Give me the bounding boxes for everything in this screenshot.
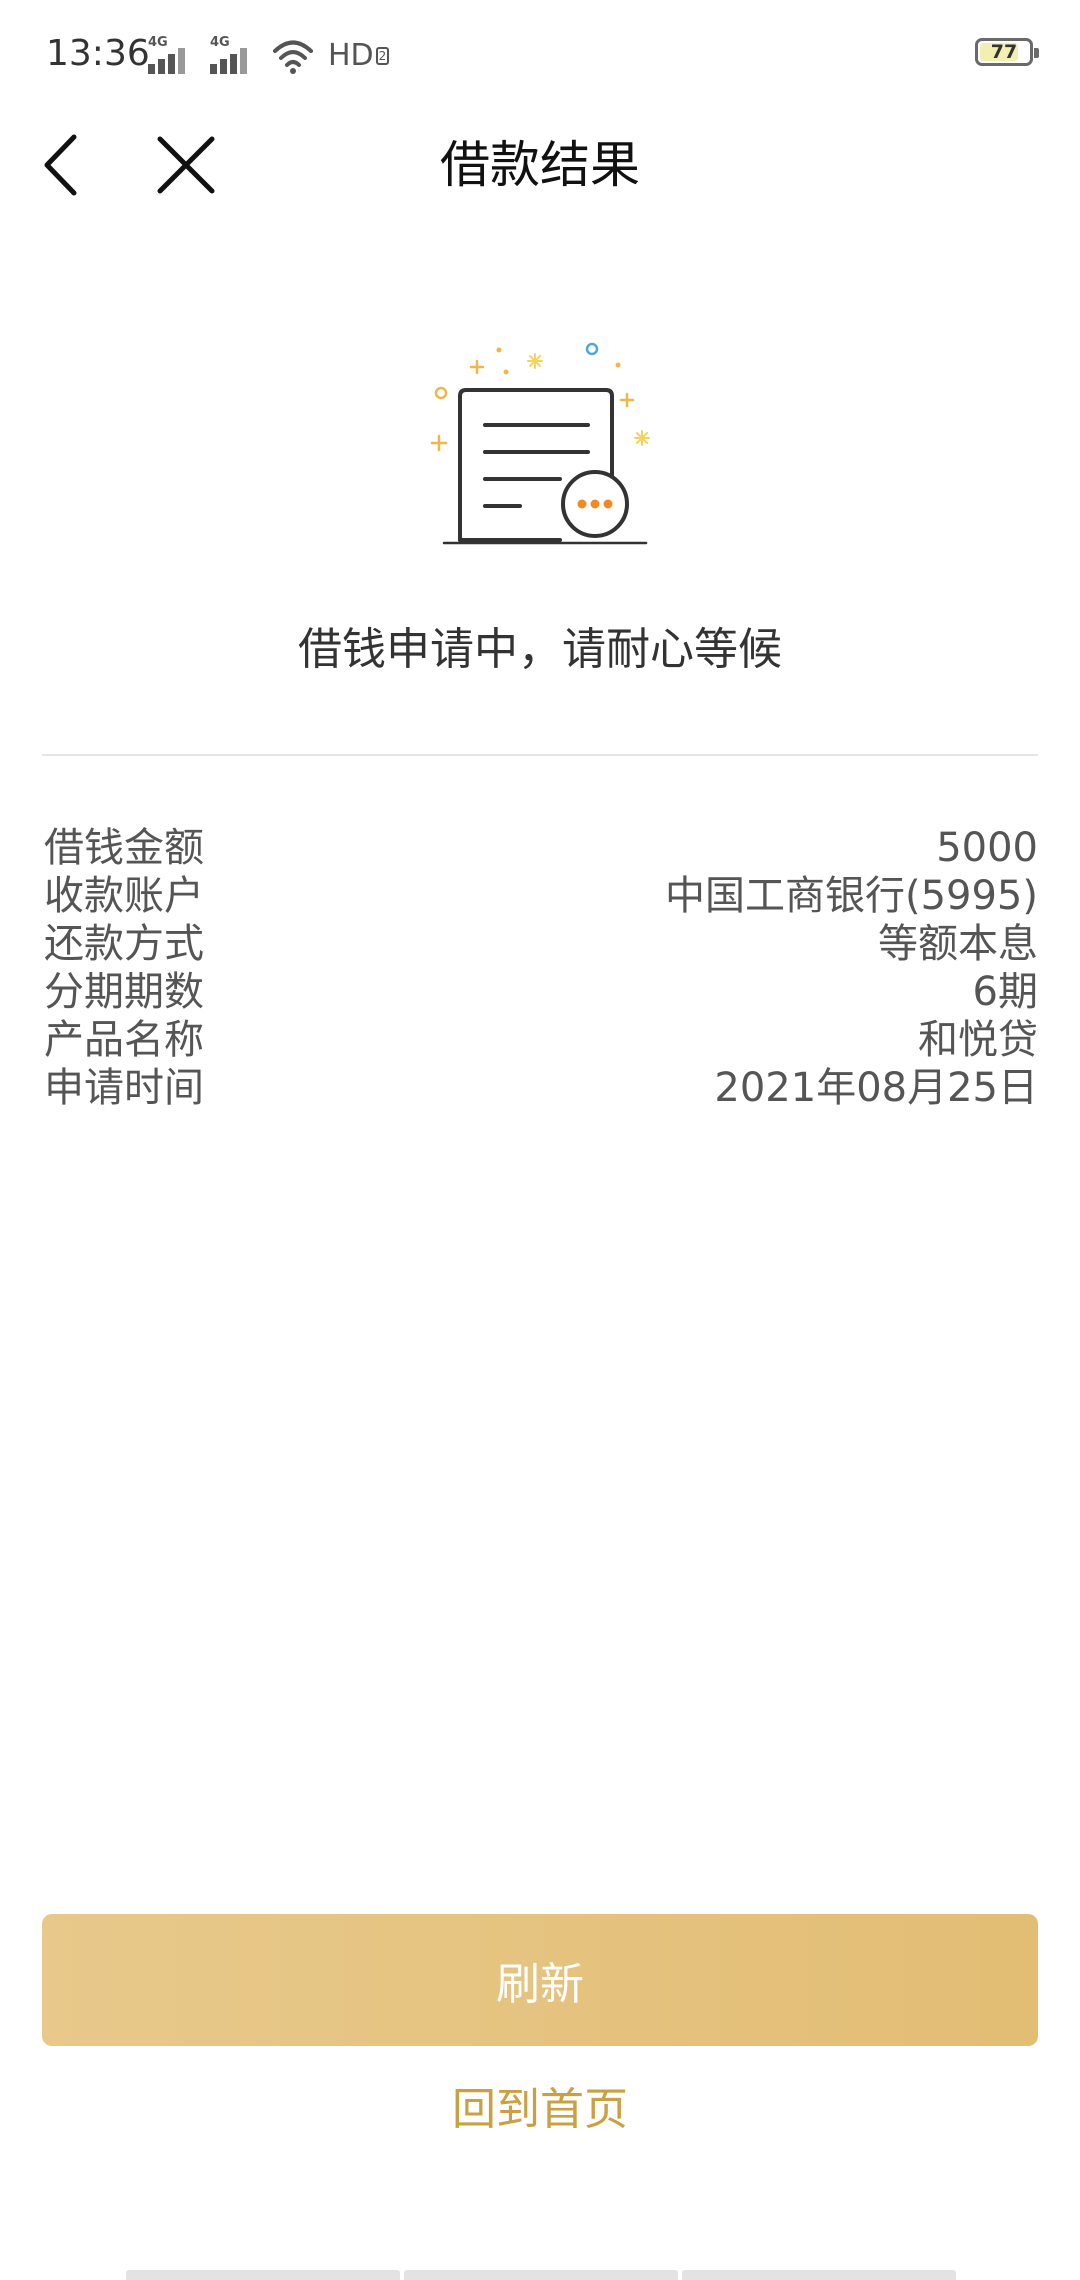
wifi-icon: [273, 40, 313, 74]
detail-row-installments: 分期期数 6期: [44, 968, 1038, 1016]
detail-value: 和悦贷: [918, 1017, 1038, 1063]
system-nav-bar: [126, 2270, 956, 2280]
detail-row-apply-time: 申请时间 2021年08月25日: [44, 1064, 1038, 1112]
nav-segment[interactable]: [126, 2270, 400, 2280]
detail-row-amount: 借钱金额 5000: [44, 824, 1038, 872]
nav-bar: 借款结果: [0, 110, 1080, 260]
battery-icon: 77: [975, 38, 1039, 66]
signal-icon: 4G: [210, 36, 258, 76]
detail-label: 借钱金额: [44, 825, 204, 871]
refresh-button[interactable]: 刷新: [42, 1914, 1038, 2046]
hd-voice-indicator: HD 2: [328, 36, 390, 76]
detail-label: 还款方式: [44, 921, 204, 967]
detail-row-account: 收款账户 中国工商银行(5995): [44, 872, 1038, 920]
detail-value: 6期: [972, 969, 1038, 1015]
detail-value: 中国工商银行(5995): [664, 873, 1038, 919]
hd-sub-label: 2: [375, 47, 390, 65]
divider: [42, 754, 1038, 756]
detail-label: 申请时间: [44, 1065, 204, 1111]
page-title: 借款结果: [440, 136, 640, 194]
nav-segment[interactable]: [404, 2270, 678, 2280]
status-time: 13:36: [46, 33, 150, 74]
detail-label: 收款账户: [44, 873, 204, 919]
document-pending-icon: [430, 342, 650, 545]
detail-value: 2021年08月25日: [714, 1065, 1038, 1111]
detail-value: 5000: [936, 825, 1038, 871]
signal-icon: 4G: [148, 36, 196, 76]
status-icons: 4G 4G HD 2: [148, 32, 390, 76]
loan-details: 借钱金额 5000 收款账户 中国工商银行(5995) 还款方式 等额本息 分期…: [44, 824, 1038, 1112]
detail-label: 产品名称: [44, 1017, 204, 1063]
nav-segment[interactable]: [682, 2270, 956, 2280]
battery-level: 77: [990, 41, 1018, 63]
status-message: 借钱申请中，请耐心等候: [298, 624, 782, 675]
detail-row-product: 产品名称 和悦贷: [44, 1016, 1038, 1064]
back-to-home-link[interactable]: 回到首页: [0, 2080, 1080, 2140]
status-bar: 13:36 4G 4G HD 2 77: [0, 0, 1080, 110]
detail-value: 等额本息: [878, 921, 1038, 967]
hd-label: HD: [328, 38, 374, 73]
detail-row-repayment-method: 还款方式 等额本息: [44, 920, 1038, 968]
detail-label: 分期期数: [44, 969, 204, 1015]
